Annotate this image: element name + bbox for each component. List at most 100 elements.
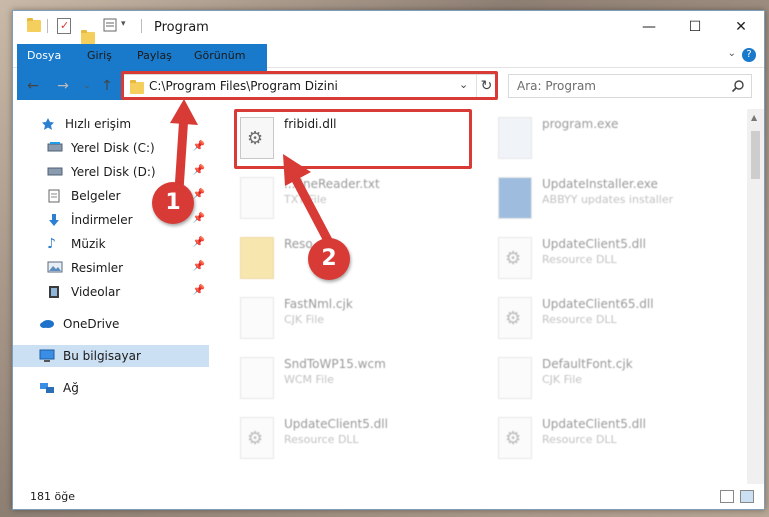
- file-type: Resource DLL: [542, 253, 617, 266]
- sidebar-item-label: İndirmeler: [71, 213, 133, 227]
- pin-icon[interactable]: 📌: [193, 189, 205, 200]
- documents-icon: [47, 189, 63, 203]
- sidebar-item-onedrive[interactable]: OneDrive: [13, 313, 209, 335]
- file-type: ABBYY updates installer: [542, 193, 674, 206]
- properties-icon[interactable]: ✓: [57, 18, 71, 34]
- search-icon[interactable]: [731, 79, 745, 93]
- file-item-defaultfont[interactable]: DefaultFont.cjk CJK File: [480, 351, 730, 407]
- search-box[interactable]: Ara: Program: [508, 74, 752, 98]
- gear-icon: ⚙: [505, 248, 522, 269]
- sidebar-item-label: Videolar: [71, 285, 121, 299]
- gear-icon: ⚙: [247, 428, 264, 449]
- cloud-icon: [39, 317, 55, 331]
- vertical-scrollbar[interactable]: ▲: [747, 109, 764, 484]
- tab-view[interactable]: Görünüm: [184, 44, 255, 67]
- large-icons-view-icon[interactable]: [740, 490, 754, 503]
- sidebar-item-videos[interactable]: Videolar 📌: [13, 281, 209, 303]
- sidebar-item-label: OneDrive: [63, 317, 120, 331]
- item-count: 181 öğe: [30, 490, 75, 503]
- scroll-up-arrow-icon[interactable]: ▲: [751, 113, 757, 122]
- window-title: Program: [154, 20, 209, 35]
- exe-file-icon: [498, 117, 532, 159]
- title-bar: ✓ ▾ Program — ☐ ✕: [13, 11, 764, 44]
- file-list: ⚙ fribidi.dll program.exe ...fineReader.…: [218, 109, 743, 484]
- star-icon: [41, 117, 57, 131]
- back-arrow-icon[interactable]: ←: [23, 76, 43, 96]
- gear-icon: ⚙: [505, 308, 522, 329]
- close-button[interactable]: ✕: [718, 11, 764, 43]
- sidebar-item-network[interactable]: Ağ: [13, 377, 209, 399]
- file-type: WCM File: [284, 373, 334, 386]
- sidebar-item-local-disk-d[interactable]: Yerel Disk (D:) 📌: [13, 161, 209, 183]
- recent-locations-chevron-icon[interactable]: ⌄: [77, 76, 97, 96]
- sidebar-item-label: Yerel Disk (C:): [71, 141, 155, 155]
- file-item-updateclient5[interactable]: ⚙ UpdateClient5.dll Resource DLL: [480, 231, 730, 287]
- scroll-thumb[interactable]: [751, 131, 760, 179]
- help-icon[interactable]: ?: [742, 48, 756, 62]
- pin-icon[interactable]: 📌: [193, 261, 205, 272]
- pin-icon[interactable]: 📌: [193, 285, 205, 296]
- navigation-bar: ← → ⌄ ↑ C:\Program Files\Program Dizini …: [13, 71, 764, 101]
- divider: [47, 19, 48, 33]
- search-input[interactable]: Ara: Program: [517, 79, 596, 93]
- status-bar: 181 öğe: [13, 485, 764, 509]
- file-item-updateclient65[interactable]: ⚙ UpdateClient65.dll Resource DLL: [480, 291, 730, 347]
- file-item-updateinstaller[interactable]: UpdateInstaller.exe ABBYY updates instal…: [480, 171, 730, 227]
- computer-icon: [39, 349, 55, 363]
- minimize-button[interactable]: —: [626, 11, 672, 43]
- pin-icon[interactable]: 📌: [193, 165, 205, 176]
- music-icon: ♪: [47, 236, 56, 252]
- sidebar-item-label: Bu bilgisayar: [63, 349, 141, 363]
- file-name: UpdateClient65.dll: [542, 297, 654, 311]
- tab-share[interactable]: Paylaş: [127, 44, 182, 67]
- sidebar-item-label: Resimler: [71, 261, 124, 275]
- dll-file-icon: ⚙: [240, 117, 274, 159]
- address-dropdown-chevron-icon[interactable]: ⌄: [459, 78, 468, 91]
- file-name: DefaultFont.cjk: [542, 357, 633, 371]
- tab-home[interactable]: Giriş: [77, 44, 122, 67]
- maximize-button[interactable]: ☐: [672, 11, 718, 43]
- pin-icon[interactable]: 📌: [193, 141, 205, 152]
- address-bar[interactable]: C:\Program Files\Program Dizini ⌄ ↻: [123, 74, 497, 98]
- sidebar-item-label: Müzik: [71, 237, 106, 251]
- sidebar-item-pictures[interactable]: Resimler 📌: [13, 257, 209, 279]
- navigation-pane: Hızlı erişim Yerel Disk (C:) 📌 Yerel Dis…: [13, 109, 211, 484]
- file-item-program-exe[interactable]: program.exe: [480, 111, 730, 167]
- folder-icon: [130, 80, 144, 94]
- sidebar-item-music[interactable]: ♪ Müzik 📌: [13, 233, 209, 255]
- up-arrow-icon[interactable]: ↑: [97, 76, 117, 96]
- sidebar-item-this-pc[interactable]: Bu bilgisayar: [13, 345, 209, 367]
- address-path[interactable]: C:\Program Files\Program Dizini: [149, 79, 338, 93]
- sidebar-item-local-disk-c[interactable]: Yerel Disk (C:) 📌: [13, 137, 209, 159]
- folder-icon: [27, 18, 41, 32]
- file-item-txt[interactable]: ...fineReader.txt TXT File: [222, 171, 472, 227]
- file-name: FastNml.cjk: [284, 297, 353, 311]
- file-item-sndtowp15[interactable]: SndToWP15.wcm WCM File: [222, 351, 472, 407]
- file-name: UpdateClient5.dll: [542, 237, 646, 251]
- customize-toolbar-chevron-icon[interactable]: ▾: [121, 19, 126, 29]
- step-1-badge: 1: [152, 182, 194, 224]
- sidebar-item-label: Ağ: [63, 381, 79, 395]
- gear-icon: ⚙: [247, 128, 264, 149]
- file-name: SndToWP15.wcm: [284, 357, 386, 371]
- pin-icon[interactable]: 📌: [193, 237, 205, 248]
- dll-file-icon: ⚙: [498, 417, 532, 459]
- collapse-ribbon-chevron-icon[interactable]: ⌄: [728, 48, 736, 59]
- file-item-updateclient5-c[interactable]: ⚙ UpdateClient5.dll Resource DLL: [480, 411, 730, 467]
- new-folder-icon[interactable]: [81, 30, 95, 44]
- file-icon: [240, 297, 274, 339]
- file-item-fribidi[interactable]: ⚙ fribidi.dll: [222, 111, 472, 167]
- forward-arrow-icon[interactable]: →: [53, 76, 73, 96]
- file-item-updateclient5-b[interactable]: ⚙ UpdateClient5.dll Resource DLL: [222, 411, 472, 467]
- refresh-icon[interactable]: ↻: [476, 75, 496, 97]
- network-icon: [39, 381, 55, 395]
- details-view-icon[interactable]: [720, 490, 734, 503]
- quick-access-toolbar-icon[interactable]: [103, 18, 117, 32]
- file-item-fastnml[interactable]: FastNml.cjk CJK File: [222, 291, 472, 347]
- sidebar-item-label: Hızlı erişim: [65, 117, 132, 131]
- pin-icon[interactable]: 📌: [193, 213, 205, 224]
- folder-icon: [240, 237, 274, 279]
- file-name: ...fineReader.txt: [284, 177, 380, 191]
- dll-file-icon: ⚙: [498, 237, 532, 279]
- sidebar-item-quick-access[interactable]: Hızlı erişim: [13, 113, 209, 135]
